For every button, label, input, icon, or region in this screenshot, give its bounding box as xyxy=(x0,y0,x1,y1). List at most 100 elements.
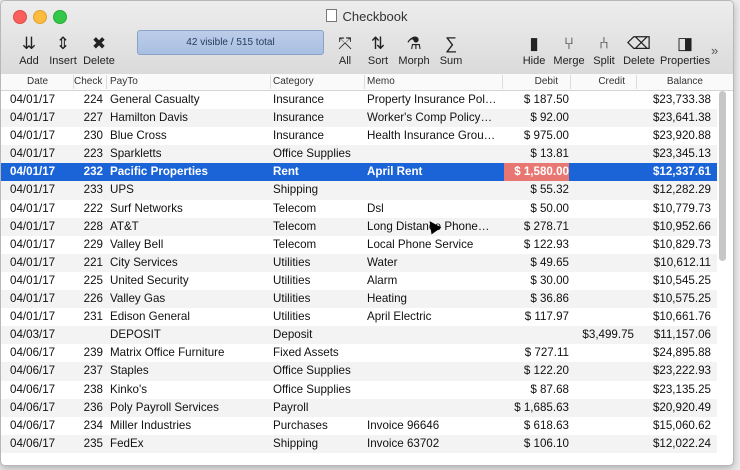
cell-balance[interactable]: $10,575.25 xyxy=(637,290,711,308)
cell-category[interactable]: Telecom xyxy=(273,218,365,236)
cell-credit[interactable] xyxy=(571,181,634,199)
cell-debit[interactable]: $ 117.97 xyxy=(504,308,569,326)
cell-date[interactable]: 04/01/17 xyxy=(10,308,70,326)
cell-check[interactable]: 234 xyxy=(74,417,103,435)
cell-credit[interactable] xyxy=(571,163,634,181)
cell-memo[interactable] xyxy=(367,344,499,362)
table-row[interactable]: 04/06/17 237 Staples Office Supplies $ 122.2… xyxy=(1,362,717,381)
cell-date[interactable]: 04/01/17 xyxy=(10,290,70,308)
cell-payto[interactable]: Blue Cross xyxy=(110,127,268,145)
column-credit[interactable]: Credit xyxy=(571,75,637,89)
cell-memo[interactable] xyxy=(367,181,499,199)
table-row[interactable]: 04/01/17 225 United Security Utilities Alarm… xyxy=(1,272,717,290)
cell-credit[interactable] xyxy=(571,399,634,417)
cell-category[interactable]: Purchases xyxy=(273,417,365,435)
cell-category[interactable]: Office Supplies xyxy=(273,362,365,380)
cell-credit[interactable] xyxy=(571,109,634,127)
column-check[interactable]: Check xyxy=(74,75,107,89)
table-row[interactable]: 04/01/17 227 Hamilton Davis Insurance Worker… xyxy=(1,109,717,128)
sum-button[interactable]: ∑ Sum xyxy=(437,33,465,73)
cell-balance[interactable]: $12,022.24 xyxy=(637,435,711,453)
cell-credit[interactable] xyxy=(571,236,634,254)
cell-credit[interactable]: $3,499.75 xyxy=(571,326,634,344)
cell-date[interactable]: 04/01/17 xyxy=(10,145,70,163)
cell-debit[interactable]: $ 122.93 xyxy=(504,236,569,254)
cell-debit[interactable]: $ 1,685.63 xyxy=(504,399,569,417)
table-row[interactable]: 04/01/17 223 Sparkletts Office Supplies $ 13… xyxy=(1,145,717,164)
cell-date[interactable]: 04/01/17 xyxy=(10,127,70,145)
cell-debit[interactable]: $ 87.68 xyxy=(504,381,569,399)
cell-balance[interactable]: $12,337.61 xyxy=(637,163,711,181)
table-row[interactable]: 04/01/17 230 Blue Cross Insurance Health Ins… xyxy=(1,127,717,145)
column-date[interactable]: Date xyxy=(1,75,74,89)
cell-check[interactable]: 231 xyxy=(74,308,103,326)
cell-credit[interactable] xyxy=(571,254,634,272)
cell-category[interactable]: Rent xyxy=(273,163,365,181)
column-memo[interactable]: Memo xyxy=(365,75,503,89)
cell-payto[interactable]: UPS xyxy=(110,181,268,199)
cell-check[interactable]: 237 xyxy=(74,362,103,380)
cell-date[interactable]: 04/06/17 xyxy=(10,435,70,453)
cell-credit[interactable] xyxy=(571,145,634,163)
cell-memo[interactable] xyxy=(367,399,499,417)
cell-credit[interactable] xyxy=(571,200,634,218)
table-row[interactable]: 04/01/17 232 Pacific Properties Rent April R… xyxy=(1,163,717,182)
cell-date[interactable]: 04/01/17 xyxy=(10,163,70,181)
cell-memo[interactable] xyxy=(367,362,499,380)
cell-date[interactable]: 04/06/17 xyxy=(10,399,70,417)
cell-debit[interactable]: $ 975.00 xyxy=(504,127,569,145)
cell-payto[interactable]: DEPOSIT xyxy=(110,326,268,344)
cell-balance[interactable]: $10,829.73 xyxy=(637,236,711,254)
cell-balance[interactable]: $10,779.73 xyxy=(637,200,711,218)
cell-balance[interactable]: $23,920.88 xyxy=(637,127,711,145)
cell-category[interactable]: Office Supplies xyxy=(273,381,365,399)
cell-balance[interactable]: $11,157.06 xyxy=(637,326,711,344)
cell-memo[interactable]: Heating xyxy=(367,290,499,308)
cell-memo[interactable]: Invoice 96646 xyxy=(367,417,499,435)
cell-debit[interactable]: $ 106.10 xyxy=(504,435,569,453)
cell-debit[interactable] xyxy=(504,326,569,344)
cell-memo[interactable]: April Rent xyxy=(367,163,499,181)
cell-category[interactable]: Utilities xyxy=(273,272,365,290)
cell-category[interactable]: Telecom xyxy=(273,200,365,218)
cell-date[interactable]: 04/01/17 xyxy=(10,91,70,109)
cell-category[interactable]: Shipping xyxy=(273,181,365,199)
cell-memo[interactable]: Alarm xyxy=(367,272,499,290)
properties-button[interactable]: ◨ Properties xyxy=(660,33,710,73)
table-row[interactable]: 04/06/17 235 FedEx Shipping Invoice 63702 $ 1… xyxy=(1,434,717,453)
cell-memo[interactable] xyxy=(367,381,499,399)
cell-payto[interactable]: Valley Gas xyxy=(110,290,268,308)
cell-check[interactable]: 233 xyxy=(74,181,103,199)
delete-field-button[interactable]: ⌫ Delete xyxy=(623,33,655,73)
cell-debit[interactable]: $ 122.20 xyxy=(504,362,569,380)
table-row[interactable]: 04/01/17 226 Valley Gas Utilities Heating $ 3… xyxy=(1,290,717,309)
cell-check[interactable]: 221 xyxy=(74,254,103,272)
cell-date[interactable]: 04/03/17 xyxy=(10,326,70,344)
cell-debit[interactable]: $ 50.00 xyxy=(504,200,569,218)
table-row[interactable]: 04/06/17 239 Matrix Office Furniture Fixed … xyxy=(1,344,717,362)
merge-button[interactable]: ⑂ Merge xyxy=(553,33,585,73)
table-row[interactable]: 04/01/17 233 UPS Shipping $ 55.32 $12,282.29 xyxy=(1,181,717,200)
cell-payto[interactable]: Sparkletts xyxy=(110,145,268,163)
cell-memo[interactable]: Health Insurance Grou… xyxy=(367,127,499,145)
cell-credit[interactable] xyxy=(571,362,634,380)
cell-date[interactable]: 04/06/17 xyxy=(10,381,70,399)
cell-category[interactable]: Insurance xyxy=(273,127,365,145)
cell-balance[interactable]: $23,641.38 xyxy=(637,109,711,127)
cell-credit[interactable] xyxy=(571,218,634,236)
cell-payto[interactable]: FedEx xyxy=(110,435,268,453)
cell-check[interactable]: 223 xyxy=(74,145,103,163)
cell-check[interactable]: 222 xyxy=(74,200,103,218)
cell-debit[interactable]: $ 278.71 xyxy=(504,218,569,236)
cell-payto[interactable]: Pacific Properties xyxy=(110,163,268,181)
toolbar-overflow-button[interactable]: » xyxy=(711,43,718,58)
cell-balance[interactable]: $23,135.25 xyxy=(637,381,711,399)
delete-button[interactable]: ✖ Delete xyxy=(83,33,115,73)
column-category[interactable]: Category xyxy=(271,75,365,89)
cell-balance[interactable]: $10,952.66 xyxy=(637,218,711,236)
cell-debit[interactable]: $ 36.86 xyxy=(504,290,569,308)
cell-category[interactable]: Deposit xyxy=(273,326,365,344)
cell-date[interactable]: 04/01/17 xyxy=(10,218,70,236)
cell-date[interactable]: 04/01/17 xyxy=(10,181,70,199)
table-row[interactable]: 04/01/17 231 Edison General Utilities April … xyxy=(1,308,717,326)
